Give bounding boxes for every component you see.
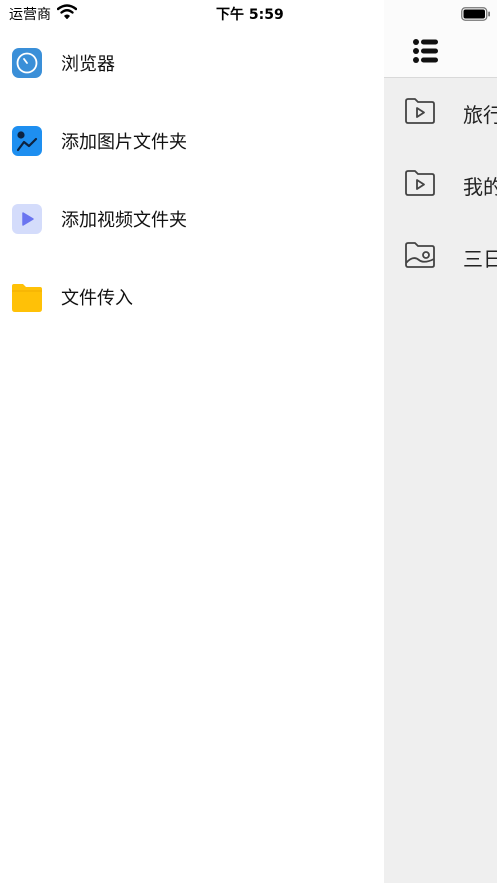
folder-row-three-days[interactable]: 三日 xyxy=(404,239,497,275)
drawer-item-label: 文件传入 xyxy=(61,288,133,309)
browser-compass-icon xyxy=(12,48,42,78)
drawer-item-add-photo-folder[interactable]: 添加图片文件夹 xyxy=(12,121,372,161)
battery-icon xyxy=(461,6,491,25)
main-panel: 旅行 我的 三日 xyxy=(384,0,497,883)
drawer-item-add-video-folder[interactable]: 添加视频文件夹 xyxy=(12,199,372,239)
photo-folder-icon xyxy=(404,241,436,273)
drawer-item-file-import[interactable]: 文件传入 xyxy=(12,277,372,317)
file-import-folder-icon xyxy=(12,282,42,312)
folder-row-travel[interactable]: 旅行 xyxy=(404,95,497,131)
folder-label: 我的 xyxy=(463,174,497,199)
add-photo-folder-icon xyxy=(12,126,42,156)
folder-label: 旅行 xyxy=(463,102,497,127)
status-time: 下午 5:59 xyxy=(216,7,284,23)
list-menu-icon[interactable] xyxy=(412,39,440,63)
side-drawer: 浏览器 添加图片文件夹 添加视频文件夹 文件传入 xyxy=(0,0,384,883)
drawer-item-label: 浏览器 xyxy=(61,54,115,75)
folder-row-mine[interactable]: 我的 xyxy=(404,167,497,203)
drawer-item-label: 添加图片文件夹 xyxy=(61,132,187,153)
video-folder-icon xyxy=(404,169,436,201)
video-folder-icon xyxy=(404,97,436,129)
drawer-item-label: 添加视频文件夹 xyxy=(61,210,187,231)
carrier-label: 运营商 xyxy=(9,7,51,23)
folder-label: 三日 xyxy=(463,246,497,271)
add-video-folder-icon xyxy=(12,204,42,234)
status-bar: 运营商 下午 5:59 xyxy=(0,0,497,26)
app-screen: 浏览器 添加图片文件夹 添加视频文件夹 文件传入 旅行 我的 三日 运营商 下午… xyxy=(0,0,497,883)
wifi-icon xyxy=(56,4,78,23)
drawer-item-browser[interactable]: 浏览器 xyxy=(12,43,372,83)
